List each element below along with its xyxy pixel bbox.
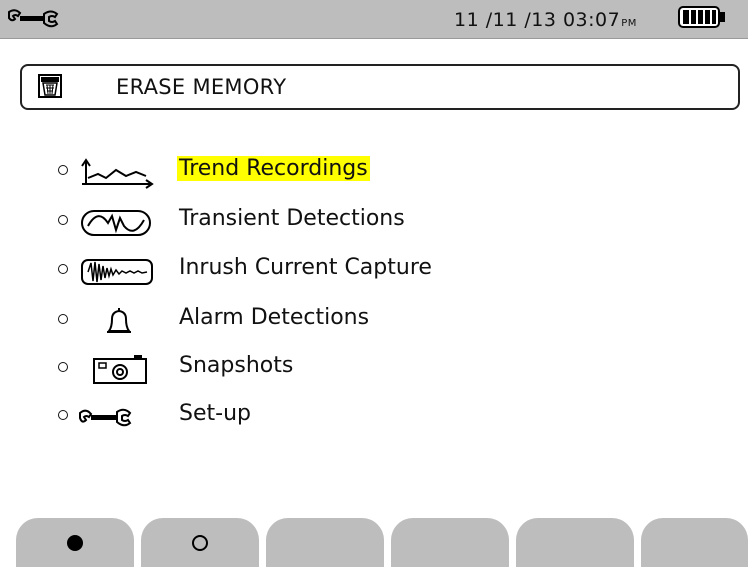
trend-icon [81, 158, 154, 189]
function-key-2[interactable] [141, 518, 259, 567]
menu-item-label: Alarm Detections [179, 305, 370, 330]
camera-icon [93, 355, 147, 384]
radio-button[interactable] [58, 410, 68, 420]
page-title: ERASE MEMORY [116, 75, 287, 99]
function-key-4[interactable] [391, 518, 509, 567]
radio-button[interactable] [58, 165, 68, 175]
function-key-6[interactable] [641, 518, 748, 567]
menu-item-label: Transient Detections [179, 206, 405, 231]
function-key-bar [0, 518, 748, 567]
radio-button[interactable] [58, 264, 68, 274]
menu-item-transient-detections[interactable]: Transient Detections [0, 200, 748, 244]
time-text: 03:07 [562, 9, 621, 31]
inrush-icon [81, 259, 153, 285]
trash-bin-icon [38, 74, 62, 98]
wrench-icon[interactable] [6, 6, 66, 32]
menu-item-inrush-current-capture[interactable]: Inrush Current Capture [0, 249, 748, 293]
filled-dot-icon [67, 535, 83, 551]
menu-item-trend-recordings[interactable]: Trend Recordings [0, 150, 748, 194]
radio-button[interactable] [58, 215, 68, 225]
battery-icon [678, 6, 725, 28]
radio-button[interactable] [58, 314, 68, 324]
menu-item-snapshots[interactable]: Snapshots [0, 347, 748, 391]
function-key-1[interactable] [16, 518, 134, 567]
radio-button[interactable] [58, 362, 68, 372]
wrench-icon [79, 408, 132, 427]
bell-icon [107, 308, 131, 333]
menu-item-alarm-detections[interactable]: Alarm Detections [0, 299, 748, 343]
date-text: 11 /11 /13 [454, 9, 557, 31]
status-bar: 11 /11 /13 03:07PM [0, 0, 748, 39]
function-key-3[interactable] [266, 518, 384, 567]
title-box: ERASE MEMORY [20, 64, 740, 110]
ampm-text: PM [621, 18, 637, 29]
menu-item-set-up[interactable]: Set-up [0, 395, 748, 439]
menu-item-label: Set-up [179, 401, 251, 426]
date-time: 11 /11 /13 03:07PM [454, 9, 637, 31]
menu-item-label: Snapshots [179, 353, 294, 378]
transient-icon [81, 210, 151, 236]
empty-dot-icon [192, 535, 208, 551]
menu-item-label: Trend Recordings [177, 156, 370, 181]
function-key-5[interactable] [516, 518, 634, 567]
menu-item-label: Inrush Current Capture [179, 255, 432, 280]
